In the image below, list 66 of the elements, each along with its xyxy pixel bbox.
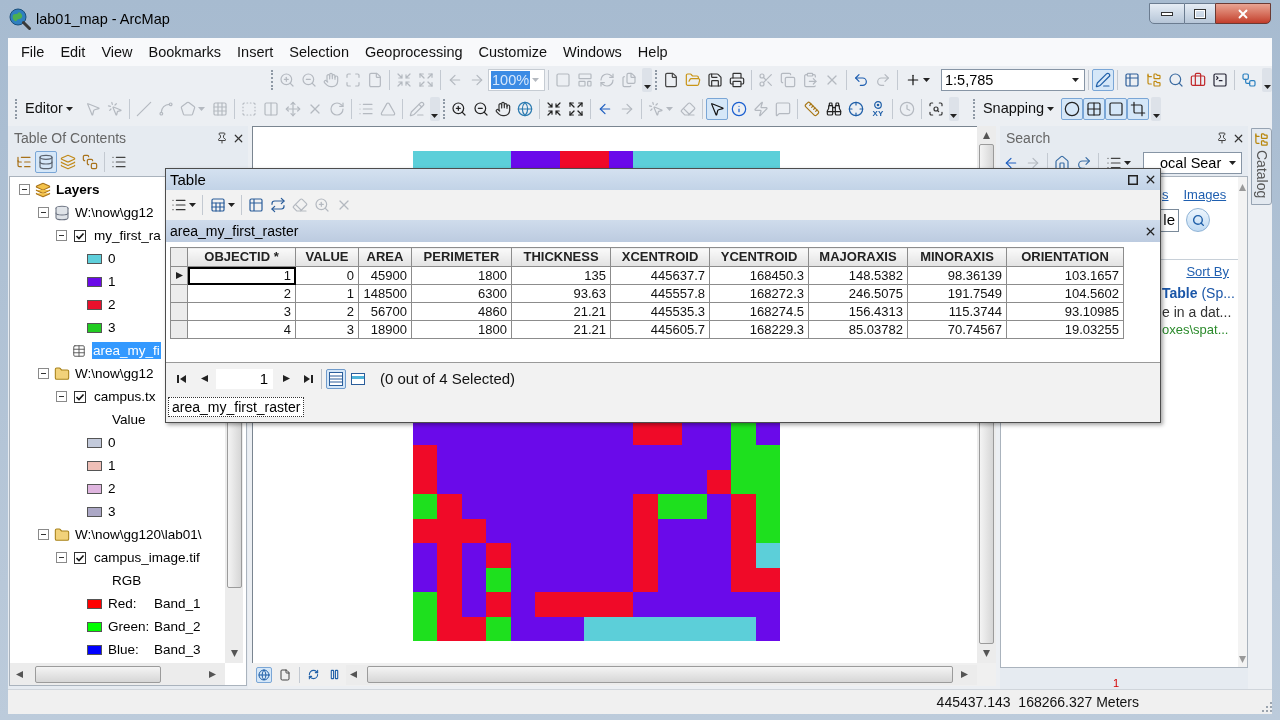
- table-cell: 103.1657: [1006, 266, 1124, 285]
- coordinates-readout: 445437.143 168266.327 Meters: [936, 693, 1139, 711]
- table-cell: 104.5602: [1006, 284, 1124, 303]
- result-snippet: e in a dat...: [1162, 303, 1233, 321]
- table-cell: 93.63: [511, 284, 611, 303]
- table-cell: 1800: [411, 320, 512, 339]
- table-cell: 4: [187, 320, 296, 339]
- table-cell: 21.21: [511, 320, 611, 339]
- table-cell: 445535.3: [610, 302, 710, 321]
- table-cell: 148.5382: [808, 266, 908, 285]
- table-cell: 19.03255: [1006, 320, 1124, 339]
- table-cell: 445557.8: [610, 284, 710, 303]
- table-cell: 1: [187, 266, 296, 285]
- table-cell: 3: [187, 302, 296, 321]
- table-cell: 115.3744: [907, 302, 1007, 321]
- table-cell: 135: [511, 266, 611, 285]
- band-label: Green:: [108, 618, 151, 635]
- panel-title: Table Of Contents: [14, 129, 127, 147]
- table-cell: 93.10985: [1006, 302, 1124, 321]
- table-cell: 3: [295, 320, 359, 339]
- result-path: oxes\spat...: [1162, 321, 1230, 338]
- panel-title: Search: [1006, 129, 1051, 147]
- table-cell: 2: [187, 284, 296, 303]
- legend-label: 3: [108, 503, 116, 520]
- selection-count: (0 out of 4 Selected): [380, 369, 516, 388]
- band-value: Band_3: [154, 641, 201, 658]
- table-cell: 18900: [358, 320, 412, 339]
- table-cell: 4860: [411, 302, 512, 321]
- table-cell: 56700: [358, 302, 412, 321]
- table-name: area_my_first_raster: [170, 222, 299, 240]
- legend-label: 2: [108, 296, 116, 313]
- band-label: Blue:: [108, 641, 140, 658]
- band-label: Red:: [108, 595, 138, 612]
- table-cell: 1: [295, 284, 359, 303]
- table-cell: 148500: [358, 284, 412, 303]
- legend-label: 0: [108, 434, 116, 451]
- table-cell: 156.4313: [808, 302, 908, 321]
- table-cell: 168229.3: [709, 320, 809, 339]
- legend-label: 2: [108, 480, 116, 497]
- table-cell: 445605.7: [610, 320, 710, 339]
- legend-label: 3: [108, 319, 116, 336]
- legend-label: 0: [108, 250, 116, 267]
- legend-heading: RGB: [112, 572, 142, 589]
- table-cell: 246.5075: [808, 284, 908, 303]
- table-cell: 98.36139: [907, 266, 1007, 285]
- legend-label: 1: [108, 457, 116, 474]
- window-title: lab01_map - ArcMap: [36, 10, 170, 28]
- band-value: Band_1: [154, 595, 201, 612]
- table-cell: 45900: [358, 266, 412, 285]
- table-cell: 85.03782: [808, 320, 908, 339]
- table-cell: 70.74567: [907, 320, 1007, 339]
- legend-label: 1: [108, 273, 116, 290]
- table-cell: 2: [295, 302, 359, 321]
- table-cell: 21.21: [511, 302, 611, 321]
- table-cell: 191.7549: [907, 284, 1007, 303]
- number-text: 1: [1113, 677, 1121, 689]
- table-cell: 6300: [411, 284, 512, 303]
- band-value: Band_2: [154, 618, 201, 635]
- table-cell: 168450.3: [709, 266, 809, 285]
- table-cell: 168272.3: [709, 284, 809, 303]
- table-cell: 168274.5: [709, 302, 809, 321]
- dialog-title: Table: [170, 170, 206, 189]
- table-cell: 445637.7: [610, 266, 710, 285]
- table-cell: 0: [295, 266, 359, 285]
- legend-heading: Value: [112, 411, 146, 428]
- table-cell: 1800: [411, 266, 512, 285]
